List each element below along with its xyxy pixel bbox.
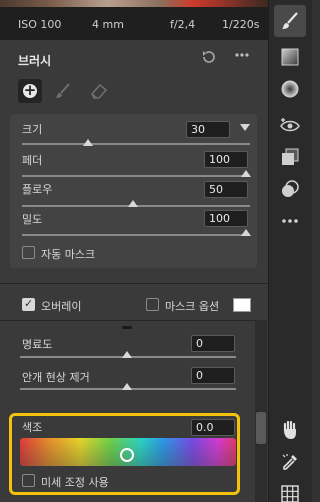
chevron-down-icon[interactable] <box>239 123 251 132</box>
more-icon[interactable] <box>235 52 249 58</box>
density-slider-track[interactable] <box>22 234 250 236</box>
auto-mask-label: 자동 마스크 <box>41 248 96 261</box>
size-input[interactable]: 30 <box>186 121 230 138</box>
collapsed-slider-thumb <box>122 326 132 329</box>
flow-slider-thumb[interactable] <box>128 200 138 207</box>
layers-icon[interactable] <box>274 141 306 173</box>
clarity-label: 명료도 <box>22 338 53 351</box>
feather-slider-thumb[interactable] <box>241 170 251 177</box>
panel-scrollbar[interactable] <box>255 320 267 502</box>
feather-label: 페더 <box>22 154 43 167</box>
highlight-box <box>9 413 240 495</box>
red-eye-icon[interactable] <box>274 109 306 141</box>
aperture: f/2,4 <box>170 18 196 31</box>
feather-input[interactable]: 100 <box>204 151 248 168</box>
add-brush-icon[interactable] <box>18 79 42 103</box>
clarity-input[interactable]: 0 <box>191 335 235 352</box>
dehaze-slider-thumb[interactable] <box>122 383 132 390</box>
auto-mask-checkbox[interactable] <box>22 246 35 259</box>
focal-length: 4 mm <box>92 18 124 31</box>
feather-slider-track[interactable] <box>22 175 250 177</box>
panel-title: 브러시 <box>18 54 52 68</box>
size-slider-track[interactable] <box>22 143 250 145</box>
radial-icon[interactable] <box>274 73 306 105</box>
flow-label: 플로우 <box>22 183 53 196</box>
clarity-slider-thumb[interactable] <box>122 351 132 358</box>
density-label: 밀도 <box>22 213 43 226</box>
section-divider <box>0 283 268 284</box>
hand-icon[interactable] <box>274 414 306 446</box>
gradient-icon[interactable] <box>274 41 306 73</box>
overlay-checkbox[interactable] <box>22 297 35 311</box>
brush-icon[interactable] <box>274 5 306 37</box>
grid-icon[interactable] <box>274 478 306 502</box>
density-slider-thumb[interactable] <box>241 229 251 236</box>
section-divider <box>0 320 255 321</box>
size-slider-thumb[interactable] <box>83 139 93 146</box>
color-range-icon[interactable] <box>274 173 306 205</box>
overlay-color-swatch[interactable] <box>233 298 251 312</box>
eraser-icon[interactable] <box>88 82 108 100</box>
mask-options-label: 마스크 옵션 <box>165 300 220 313</box>
size-label: 크기 <box>22 123 43 136</box>
dehaze-input[interactable]: 0 <box>191 367 235 384</box>
mask-options-checkbox[interactable] <box>146 298 159 311</box>
iso-value: ISO 100 <box>18 18 62 31</box>
flow-input[interactable]: 50 <box>204 181 248 198</box>
more-icon[interactable] <box>274 205 306 237</box>
eyedropper-icon[interactable] <box>274 446 306 478</box>
reset-icon[interactable] <box>201 50 217 64</box>
photo-preview-strip <box>0 0 268 7</box>
shutter-speed: 1/220s <box>222 18 260 31</box>
density-input[interactable]: 100 <box>204 210 248 227</box>
scrollbar-thumb[interactable] <box>256 412 266 444</box>
dehaze-label: 안개 현상 제거 <box>22 371 90 384</box>
overlay-label: 오버레이 <box>41 300 82 313</box>
brush-icon[interactable] <box>54 82 72 100</box>
